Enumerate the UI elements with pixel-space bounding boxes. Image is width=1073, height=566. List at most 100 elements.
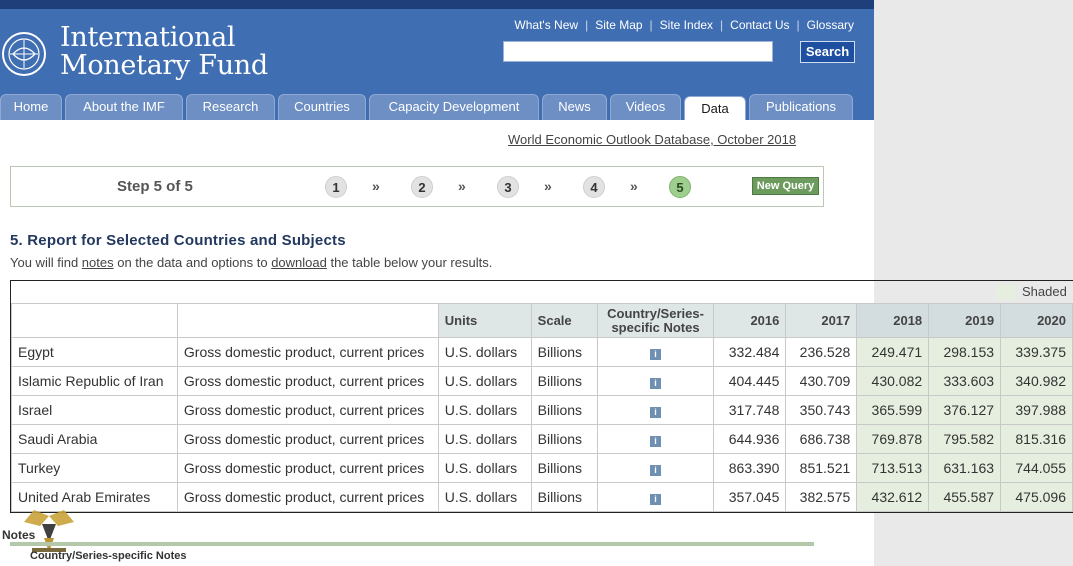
cell-value-2016: 644.936 — [713, 424, 787, 454]
step-2-button[interactable]: 2 — [411, 176, 433, 198]
search-input[interactable] — [503, 41, 773, 62]
tab-news[interactable]: News — [542, 94, 607, 120]
tab-videos[interactable]: Videos — [610, 94, 681, 120]
notes-link[interactable]: notes — [82, 255, 114, 270]
cell-value-2019: 376.127 — [928, 395, 1002, 425]
header-units: Units — [437, 303, 532, 338]
cell-notes: i — [596, 395, 715, 425]
cell-units: U.S. dollars — [437, 453, 532, 483]
cell-notes: i — [596, 453, 715, 483]
new-query-button[interactable]: New Query — [752, 177, 819, 195]
tab-research[interactable]: Research — [186, 94, 275, 120]
header-subject — [176, 303, 439, 338]
site-logo-text[interactable]: International Monetary Fund — [60, 24, 268, 80]
table-header-row: Units Scale Country/Series- specific Not… — [11, 303, 1073, 338]
header-notes-line-1: Country/Series- — [607, 305, 704, 321]
link-contact-us[interactable]: Contact Us — [730, 18, 789, 32]
cell-scale: Billions — [530, 337, 598, 367]
cell-subject[interactable]: Gross domestic product, current prices — [176, 366, 439, 396]
logo-line-1: International — [60, 22, 236, 53]
cell-value-2017: 236.528 — [785, 337, 858, 367]
info-icon[interactable]: i — [650, 378, 662, 389]
cell-subject[interactable]: Gross domestic product, current prices — [176, 424, 439, 454]
link-glossary[interactable]: Glossary — [807, 18, 854, 32]
cell-value-2017: 851.521 — [785, 453, 858, 483]
imf-seal-icon[interactable] — [2, 26, 48, 82]
tab-data[interactable]: Data — [684, 96, 746, 120]
search-button[interactable]: Search — [800, 41, 855, 63]
cell-value-2019: 298.153 — [928, 337, 1002, 367]
notes-divider — [10, 542, 814, 546]
tab-capacity-development[interactable]: Capacity Development — [369, 94, 539, 120]
shaded-legend-label: Shaded — [1022, 284, 1067, 299]
link-site-index[interactable]: Site Index — [660, 18, 713, 32]
cell-value-2020: 339.375 — [1000, 337, 1073, 367]
step-5-current: 5 — [669, 176, 691, 198]
cell-subject[interactable]: Gross domestic product, current prices — [176, 337, 439, 367]
cell-units: U.S. dollars — [437, 366, 532, 396]
step-4-button[interactable]: 4 — [583, 176, 605, 198]
cell-value-2019: 333.603 — [928, 366, 1002, 396]
step-3-button[interactable]: 3 — [497, 176, 519, 198]
cell-scale: Billions — [530, 453, 598, 483]
database-link[interactable]: World Economic Outlook Database, October… — [508, 132, 796, 147]
cell-value-2020: 475.096 — [1000, 482, 1073, 512]
sub-text-2: on the data and options to — [113, 255, 272, 270]
cell-value-2019: 631.163 — [928, 453, 1002, 483]
cell-value-2018: 713.513 — [856, 453, 930, 483]
cell-country[interactable]: Turkey — [11, 453, 178, 483]
cell-scale: Billions — [530, 395, 598, 425]
info-icon[interactable]: i — [650, 494, 662, 505]
cell-value-2019: 455.587 — [928, 482, 1002, 512]
link-whats-new[interactable]: What's New — [514, 18, 578, 32]
cell-value-2020: 815.316 — [1000, 424, 1073, 454]
cell-units: U.S. dollars — [437, 337, 532, 367]
section-subtitle: You will find notes on the data and opti… — [10, 255, 492, 270]
info-icon[interactable]: i — [650, 465, 662, 476]
cell-subject[interactable]: Gross domestic product, current prices — [176, 395, 439, 425]
table-row: United Arab Emirates Gross domestic produ… — [11, 482, 1073, 512]
cell-units: U.S. dollars — [437, 424, 532, 454]
cell-country[interactable]: Israel — [11, 395, 178, 425]
cell-country[interactable]: Egypt — [11, 337, 178, 367]
cell-country[interactable]: Islamic Republic of Iran — [11, 366, 178, 396]
cell-subject[interactable]: Gross domestic product, current prices — [176, 482, 439, 512]
utility-links: What's New | Site Map | Site Index | Con… — [514, 18, 854, 32]
header-year-2020: 2020 — [1000, 303, 1073, 338]
cell-value-2020: 397.988 — [1000, 395, 1073, 425]
cell-value-2020: 340.982 — [1000, 366, 1073, 396]
cell-value-2016: 332.484 — [713, 337, 787, 367]
cell-notes: i — [596, 424, 715, 454]
tab-countries[interactable]: Countries — [278, 94, 366, 120]
table-row: Saudi Arabia Gross domestic product, curr… — [11, 424, 1073, 454]
download-link[interactable]: download — [271, 255, 327, 270]
cell-subject[interactable]: Gross domestic product, current prices — [176, 453, 439, 483]
separator: | — [796, 18, 800, 32]
cell-value-2016: 317.748 — [713, 395, 787, 425]
cell-units: U.S. dollars — [437, 395, 532, 425]
tab-publications[interactable]: Publications — [749, 94, 853, 120]
cell-country[interactable]: Saudi Arabia — [11, 424, 178, 454]
tab-home[interactable]: Home — [0, 94, 62, 120]
step-label: Step 5 of 5 — [117, 178, 193, 195]
separator: | — [585, 18, 589, 32]
cell-value-2016: 404.445 — [713, 366, 787, 396]
separator: | — [649, 18, 653, 32]
cell-value-2019: 795.582 — [928, 424, 1002, 454]
info-icon[interactable]: i — [650, 349, 662, 360]
cell-value-2018: 432.612 — [856, 482, 930, 512]
header-year-2016: 2016 — [713, 303, 787, 338]
info-icon[interactable]: i — [650, 436, 662, 447]
step-1-button[interactable]: 1 — [325, 176, 347, 198]
cell-scale: Billions — [530, 424, 598, 454]
header-top-strip — [0, 0, 874, 9]
chevron-right-icon: » — [544, 178, 552, 194]
header-notes-line-2: specific Notes — [611, 319, 700, 335]
notes-subheading: Country/Series-specific Notes — [30, 550, 187, 562]
chevron-right-icon: » — [372, 178, 380, 194]
info-icon[interactable]: i — [650, 407, 662, 418]
sub-text-1: You will find — [10, 255, 82, 270]
main-nav: Home About the IMF Research Countries Ca… — [0, 94, 874, 120]
tab-about-the-imf[interactable]: About the IMF — [65, 94, 183, 120]
link-site-map[interactable]: Site Map — [595, 18, 642, 32]
